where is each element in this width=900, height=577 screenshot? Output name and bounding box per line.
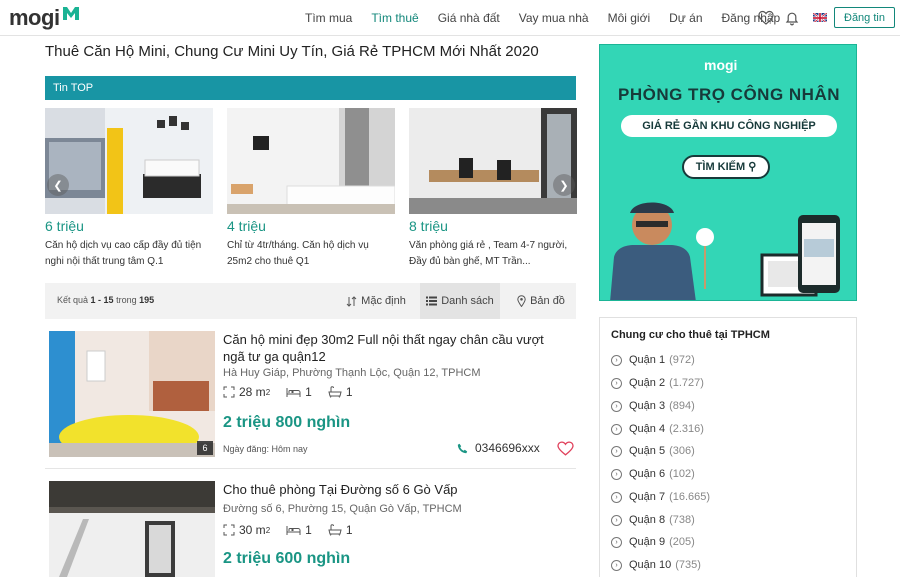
ad-illustration [610, 202, 840, 300]
chevron-right-icon: › [611, 354, 622, 366]
listing-area: 28 m2 [223, 385, 270, 399]
chevron-right-icon: › [611, 559, 622, 571]
sidebar-item-quan-5[interactable]: › Quận 5 (306) [611, 445, 695, 457]
listing-card[interactable]: Cho thuê phòng Tại Đường số 6 Gò Vấp Đườ… [45, 481, 576, 577]
listing-specs: 28 m2 1 1 [223, 385, 369, 399]
sort-icon [346, 295, 357, 307]
sidebar-title: Chung cư cho thuê tại TPHCM [611, 329, 770, 341]
site-header: mogi Tìm mua Tìm thuê Giá nhà đất Vay mu… [0, 0, 900, 36]
listing-price: 2 triệu 800 nghìn [223, 414, 351, 431]
district-sidebar: Chung cư cho thuê tại TPHCM › Quận 1 (972… [599, 317, 857, 577]
top-card-price: 6 triệu [45, 218, 84, 234]
sidebar-item-quan-8[interactable]: › Quận 8 (738) [611, 514, 695, 526]
sidebar-item-quan-4[interactable]: › Quận 4 (2.316) [611, 423, 704, 435]
map-pin-icon [517, 295, 526, 307]
top-card-desc[interactable]: Văn phòng giá rẻ , Team 4-7 người, Đầy đ… [409, 238, 577, 270]
chevron-right-icon: › [611, 400, 622, 412]
area-icon [223, 386, 235, 398]
chevron-right-icon: › [611, 514, 622, 526]
bed-icon [286, 387, 301, 397]
chevron-right-icon: › [611, 423, 622, 435]
nav-tim-thue[interactable]: Tìm thuê [371, 11, 418, 25]
listing-address: Đường số 6, Phường 15, Quận Gò Vấp, TPHC… [223, 503, 462, 515]
nav-vay-mua-nha[interactable]: Vay mua nhà [519, 11, 589, 25]
ad-search-button[interactable]: TÌM KIẾM ⚲ [682, 155, 770, 179]
listing-date: Ngày đăng: Hôm nay [223, 444, 308, 454]
sidebar-item-quan-1[interactable]: › Quận 1 (972) [611, 354, 695, 366]
chevron-right-icon: › [611, 445, 622, 457]
heart-icon[interactable] [758, 10, 774, 26]
uk-flag-icon[interactable] [813, 12, 827, 22]
phone-icon [457, 443, 468, 453]
nav-gia-nha-dat[interactable]: Giá nhà đất [438, 11, 500, 25]
list-icon [426, 296, 438, 306]
sidebar-item-quan-9[interactable]: › Quận 9 (205) [611, 536, 695, 548]
listing-title[interactable]: Căn hộ mini đẹp 30m2 Full nội thất ngay … [223, 331, 568, 365]
mogi-logo[interactable]: mogi [9, 5, 80, 30]
view-list[interactable]: Danh sách [420, 283, 500, 319]
nav-tim-mua[interactable]: Tìm mua [305, 11, 352, 25]
chevron-right-icon: › [611, 536, 622, 548]
listing-phone[interactable]: 0346696xxx [457, 441, 540, 455]
chevron-right-icon: ❯ [559, 179, 569, 192]
carousel-next-button[interactable]: ❯ [553, 174, 575, 196]
view-default[interactable]: Mặc định [341, 283, 411, 319]
bell-icon[interactable] [784, 10, 800, 26]
sidebar-item-quan-10[interactable]: › Quận 10 (735) [611, 559, 701, 571]
view-map[interactable]: Bản đồ [511, 283, 571, 319]
top-card-price: 8 triệu [409, 218, 448, 234]
listing-area: 30 m2 [223, 523, 270, 537]
listing-title[interactable]: Cho thuê phòng Tại Đường số 6 Gò Vấp [223, 481, 568, 498]
listing-address: Hà Huy Giáp, Phường Thạnh Lộc, Quận 12, … [223, 367, 481, 379]
sidebar-item-quan-7[interactable]: › Quận 7 (16.665) [611, 491, 710, 503]
top-card[interactable]: 8 triệu Văn phòng giá rẻ , Team 4-7 ngườ… [409, 108, 577, 270]
results-toolbar: Kết quả 1 - 15 trong 195 Mặc định Danh s… [45, 283, 576, 319]
listing-image[interactable] [49, 481, 215, 577]
area-icon [223, 524, 235, 536]
nav-du-an[interactable]: Dự án [669, 11, 702, 25]
top-card[interactable]: 6 triệu Căn hộ dịch vụ cao cấp đầy đủ ti… [45, 108, 213, 270]
ad-subline: GIÁ RẺ GẦN KHU CÔNG NGHIỆP [621, 115, 837, 137]
sidebar-item-quan-2[interactable]: › Quận 2 (1.727) [611, 377, 704, 389]
ad-headline: PHÒNG TRỌ CÔNG NHÂN [618, 85, 840, 104]
chevron-right-icon: › [611, 377, 622, 389]
search-icon: ⚲ [748, 161, 757, 173]
results-count: Kết quả 1 - 15 trong 195 [57, 295, 155, 305]
listing-specs: 30 m2 1 1 [223, 523, 369, 537]
image-count-badge: 6 [197, 441, 213, 455]
listing-card[interactable]: 6 Căn hộ mini đẹp 30m2 Full nội thất nga… [45, 331, 576, 461]
top-card-desc[interactable]: Căn hộ dịch vụ cao cấp đầy đủ tiện nghi … [45, 238, 213, 270]
bathtub-icon [328, 386, 342, 398]
bathtub-icon [328, 524, 342, 536]
top-card-image[interactable] [227, 108, 395, 214]
listing-bedrooms: 1 [286, 385, 312, 399]
bed-icon [286, 525, 301, 535]
top-listings-header: Tin TOP [45, 76, 576, 100]
listing-bathrooms: 1 [328, 385, 353, 399]
top-card-image[interactable] [409, 108, 577, 214]
logo-mark-icon [62, 7, 79, 20]
main-nav: Tìm mua Tìm thuê Giá nhà đất Vay mua nhà… [305, 0, 799, 36]
ad-banner[interactable]: mogi PHÒNG TRỌ CÔNG NHÂN GIÁ RẺ GẦN KHU … [599, 44, 857, 301]
sidebar-item-quan-6[interactable]: › Quận 6 (102) [611, 468, 695, 480]
post-listing-button[interactable]: Đăng tin [834, 7, 895, 28]
nav-moi-gioi[interactable]: Môi giới [608, 11, 651, 25]
carousel-prev-button[interactable]: ❮ [47, 174, 69, 196]
listing-bedrooms: 1 [286, 523, 312, 537]
chevron-right-icon: › [611, 468, 622, 480]
top-card-price: 4 triệu [227, 218, 266, 234]
favorite-heart-icon[interactable] [557, 441, 574, 456]
listing-bathrooms: 1 [328, 523, 353, 537]
listing-image[interactable]: 6 [49, 331, 215, 457]
chevron-right-icon: › [611, 491, 622, 503]
listing-divider [45, 468, 576, 469]
ad-logo: mogi [704, 57, 738, 73]
chevron-left-icon: ❮ [53, 179, 63, 192]
top-card-desc[interactable]: Chỉ từ 4tr/tháng. Căn hộ dịch vụ 25m2 ch… [227, 238, 395, 270]
top-card[interactable]: 4 triệu Chỉ từ 4tr/tháng. Căn hộ dịch vụ… [227, 108, 395, 270]
listing-price: 2 triệu 600 nghìn [223, 550, 351, 567]
sidebar-item-quan-3[interactable]: › Quận 3 (894) [611, 400, 695, 412]
page-title: Thuê Căn Hộ Mini, Chung Cư Mini Uy Tín, … [45, 43, 539, 60]
top-card-image[interactable] [45, 108, 213, 214]
